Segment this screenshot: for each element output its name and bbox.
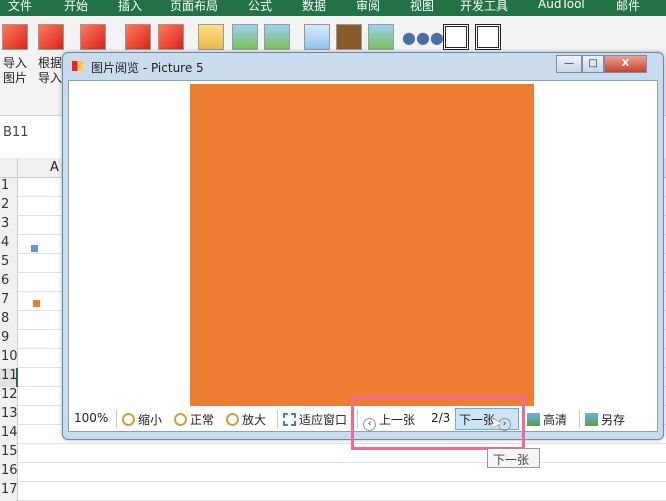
import-by-name-icon[interactable] (38, 24, 64, 50)
save-as-label: 另存 (601, 413, 626, 427)
save-as-button[interactable]: 另存 (585, 411, 625, 428)
row-number[interactable]: 7 (0, 292, 18, 311)
row-number[interactable]: 11 (0, 368, 18, 387)
row-number[interactable]: 15 (0, 444, 18, 463)
magnifier-icon (174, 413, 187, 426)
dialog-titlebar[interactable]: 图片阅览 - Picture 5 — □ X (63, 53, 663, 79)
more-icon[interactable]: ●●● (402, 28, 444, 47)
menu-formulas[interactable]: 公式 (248, 0, 272, 14)
minimize-button[interactable]: — (556, 55, 582, 73)
menu-review[interactable]: 审阅 (356, 0, 380, 14)
menu-insert[interactable]: 插入 (118, 0, 142, 14)
ribbon-label-import-2: 根据 导入 (38, 56, 63, 85)
export-picture-icon[interactable] (158, 24, 184, 50)
tooltip: 下一张 (487, 448, 540, 468)
column-header-a[interactable]: A (50, 160, 59, 175)
qr-code-icon-2[interactable] (475, 24, 501, 50)
row-number[interactable]: 5 (0, 254, 18, 273)
menu-audtool[interactable]: AudTool (538, 0, 585, 11)
row-number[interactable]: 6 (0, 273, 18, 292)
save-as-icon (585, 413, 598, 426)
row-number[interactable]: 3 (0, 216, 18, 235)
hd-label: 高清 (543, 413, 568, 427)
frame-icon[interactable] (304, 24, 330, 50)
menu-page-layout[interactable]: 页面布局 (170, 0, 218, 14)
import-picture-icon[interactable] (2, 24, 28, 50)
row-number[interactable]: 9 (0, 330, 18, 349)
row-number[interactable]: 2 (0, 197, 18, 216)
zoom-in-icon (226, 413, 239, 426)
hd-button[interactable]: 高清 (527, 411, 567, 428)
zoom-in-label: 放大 (242, 413, 267, 427)
hd-picture-icon (527, 413, 540, 426)
menu-file[interactable]: 文件 (8, 0, 32, 14)
name-box[interactable]: B11 (0, 122, 60, 144)
menu-mail[interactable]: 邮件 (616, 0, 640, 14)
select-all-corner[interactable] (0, 158, 18, 178)
separator (277, 410, 278, 428)
row-number[interactable]: 13 (0, 406, 18, 425)
row-number[interactable]: 12 (0, 387, 18, 406)
row-number[interactable]: 8 (0, 311, 18, 330)
fit-window-label: 适应窗口 (299, 413, 348, 427)
sheet-row[interactable]: 17 (0, 482, 666, 501)
row-number[interactable]: 1 (0, 178, 18, 197)
menu-view[interactable]: 视图 (410, 0, 434, 14)
zoom-out-label: 缩小 (138, 413, 163, 427)
row-number[interactable]: 4 (0, 235, 18, 254)
blue-marker (31, 245, 38, 252)
picture-preview (190, 84, 534, 406)
row-number[interactable]: 16 (0, 463, 18, 482)
picture-frame-icon[interactable] (336, 24, 362, 50)
maximize-button[interactable]: □ (582, 55, 604, 73)
menu-home[interactable]: 开始 (64, 0, 88, 14)
picture-viewer-dialog: 图片阅览 - Picture 5 — □ X 100% 缩小 正常 放大 适应窗… (62, 52, 664, 440)
dialog-title: 图片阅览 - Picture 5 (91, 61, 204, 75)
app-icon (72, 61, 83, 71)
menu-developer[interactable]: 开发工具 (460, 0, 508, 14)
normal-size-button[interactable]: 正常 (174, 411, 214, 428)
viewer-content: 100% 缩小 正常 放大 适应窗口 ‹ 上一张 2/3 下一张 › 高清 另存 (68, 80, 658, 432)
row-number[interactable]: 10 (0, 349, 18, 368)
ribbon-label-import-1: 导入 图片 (3, 56, 28, 85)
import-c-icon[interactable] (80, 24, 106, 50)
orange-marker (33, 300, 40, 307)
zoom-in-button[interactable]: 放大 (226, 411, 266, 428)
row-number[interactable]: 17 (0, 482, 18, 501)
multi-picture-icon[interactable] (368, 24, 394, 50)
link-picture-icon[interactable] (125, 24, 151, 50)
separator (116, 410, 117, 428)
normal-size-label: 正常 (190, 413, 215, 427)
highlight-box (351, 396, 525, 450)
close-button[interactable]: X (604, 55, 647, 73)
zoom-out-icon (122, 413, 135, 426)
sheet-row[interactable]: 15 (0, 444, 666, 463)
separator (579, 410, 580, 428)
sheet-row[interactable]: 16 (0, 463, 666, 482)
qr-code-icon[interactable] (443, 24, 469, 50)
menu-data[interactable]: 数据 (302, 0, 326, 14)
zoom-level: 100% (74, 411, 109, 425)
edit-picture-icon[interactable] (264, 24, 290, 50)
fit-window-icon (283, 413, 296, 426)
folder-icon[interactable] (198, 24, 224, 50)
fit-window-button[interactable]: 适应窗口 (283, 411, 347, 428)
zoom-out-button[interactable]: 缩小 (122, 411, 162, 428)
menu-bar: 文件 开始 插入 页面布局 公式 数据 审阅 视图 开发工具 AudTool 邮… (0, 0, 666, 16)
delete-picture-icon[interactable] (232, 24, 258, 50)
row-number[interactable]: 14 (0, 425, 18, 444)
